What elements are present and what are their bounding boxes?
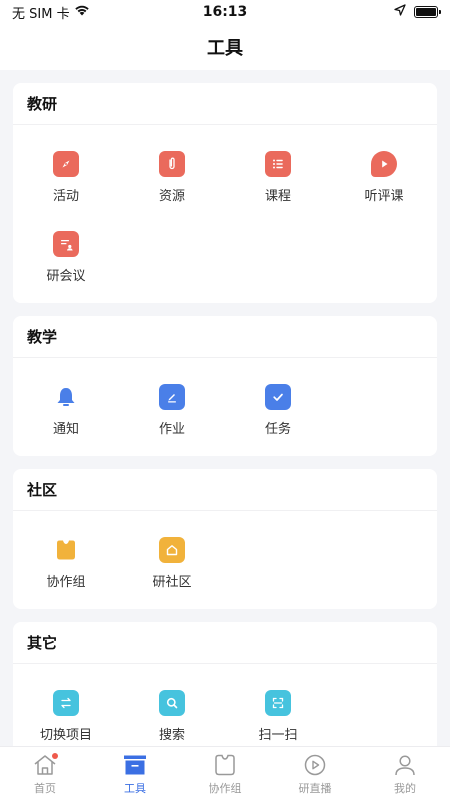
status-right — [394, 4, 441, 20]
location-arrow-icon — [394, 4, 406, 20]
status-left: 无 SIM 卡 — [12, 3, 90, 22]
section-title: 教研 — [13, 83, 437, 125]
tool-label: 活动 — [52, 188, 79, 204]
tab-label: 我的 — [394, 781, 416, 795]
tab-home[interactable]: 首页 — [0, 747, 90, 800]
compass-icon — [53, 150, 79, 177]
tool-label: 通知 — [52, 421, 79, 437]
tool-label: 资源 — [158, 188, 185, 204]
tool-grid: 协作组 研社区 — [13, 511, 437, 609]
tool-label: 研社区 — [152, 574, 192, 590]
tool-research-community[interactable]: 研社区 — [119, 523, 225, 603]
tab-live[interactable]: 研直播 — [270, 747, 360, 800]
tool-lesson-review[interactable]: 听评课 — [331, 137, 437, 217]
section-card-teaching-research: 教研 活动 资源 课程 听评课 研会议 — [13, 83, 437, 303]
wifi-icon — [74, 4, 90, 20]
tool-label: 搜索 — [158, 727, 185, 743]
page-title: 工具 — [207, 38, 243, 59]
battery-icon — [414, 6, 441, 18]
paperclip-icon — [159, 150, 185, 177]
tool-label: 听评课 — [364, 188, 404, 204]
check-icon — [265, 383, 291, 410]
tool-switch-project[interactable]: 切换项目 — [13, 676, 119, 746]
tool-label: 扫一扫 — [258, 727, 298, 743]
section-card-other: 其它 切换项目 搜索 扫一扫 — [13, 622, 437, 746]
section-card-teaching: 教学 通知 作业 任务 — [13, 316, 437, 456]
tool-label: 切换项目 — [39, 727, 92, 743]
list-icon — [265, 150, 291, 177]
tab-tools[interactable]: 工具 — [90, 747, 180, 800]
search-icon — [159, 689, 185, 716]
tab-label: 首页 — [34, 781, 56, 795]
tab-label: 工具 — [124, 781, 146, 795]
tool-label: 任务 — [264, 421, 291, 437]
tool-meeting[interactable]: 研会议 — [13, 217, 119, 297]
tool-task[interactable]: 任务 — [225, 370, 331, 450]
group-tab-icon — [212, 752, 238, 778]
pen-icon — [159, 383, 185, 410]
play-icon — [371, 150, 397, 177]
nav-bar: 工具 — [0, 24, 450, 70]
group-icon — [53, 537, 79, 563]
section-title: 社区 — [13, 469, 437, 511]
section-title: 其它 — [13, 622, 437, 664]
status-bar: 无 SIM 卡 16:13 — [0, 0, 450, 24]
notification-dot — [52, 753, 58, 759]
scan-icon — [265, 689, 291, 716]
tab-label: 研直播 — [298, 781, 332, 795]
tool-homework[interactable]: 作业 — [119, 370, 225, 450]
tool-search[interactable]: 搜索 — [119, 676, 225, 746]
tool-grid: 切换项目 搜索 扫一扫 — [13, 664, 437, 746]
tool-grid: 活动 资源 课程 听评课 研会议 — [13, 125, 437, 303]
live-tab-icon — [302, 752, 328, 778]
tool-grid: 通知 作业 任务 — [13, 358, 437, 456]
tool-label: 课程 — [264, 188, 291, 204]
bell-icon — [53, 384, 79, 410]
profile-tab-icon — [392, 752, 418, 778]
tool-label: 作业 — [158, 421, 185, 437]
section-card-community: 社区 协作组 研社区 — [13, 469, 437, 609]
tool-label: 研会议 — [46, 268, 86, 284]
meeting-icon — [53, 230, 79, 257]
tool-scan[interactable]: 扫一扫 — [225, 676, 331, 746]
tool-resource[interactable]: 资源 — [119, 137, 225, 217]
tool-course[interactable]: 课程 — [225, 137, 331, 217]
tool-notice[interactable]: 通知 — [13, 370, 119, 450]
tool-activity[interactable]: 活动 — [13, 137, 119, 217]
home-icon — [159, 536, 185, 563]
tab-profile[interactable]: 我的 — [360, 747, 450, 800]
tool-label: 协作组 — [46, 574, 86, 590]
tab-group[interactable]: 协作组 — [180, 747, 270, 800]
tool-group[interactable]: 协作组 — [13, 523, 119, 603]
toolbox-tab-icon — [122, 752, 148, 778]
section-title: 教学 — [13, 316, 437, 358]
tools-content[interactable]: 教研 活动 资源 课程 听评课 研会议 教学 通知 作业 任务 社区 协作组 研… — [0, 70, 450, 746]
bottom-tab-bar: 首页 工具 协作组 研直播 我的 — [0, 746, 450, 800]
tab-label: 协作组 — [208, 781, 242, 795]
status-time: 16:13 — [202, 4, 248, 20]
switch-icon — [53, 689, 79, 716]
carrier-text: 无 SIM 卡 — [12, 6, 70, 22]
